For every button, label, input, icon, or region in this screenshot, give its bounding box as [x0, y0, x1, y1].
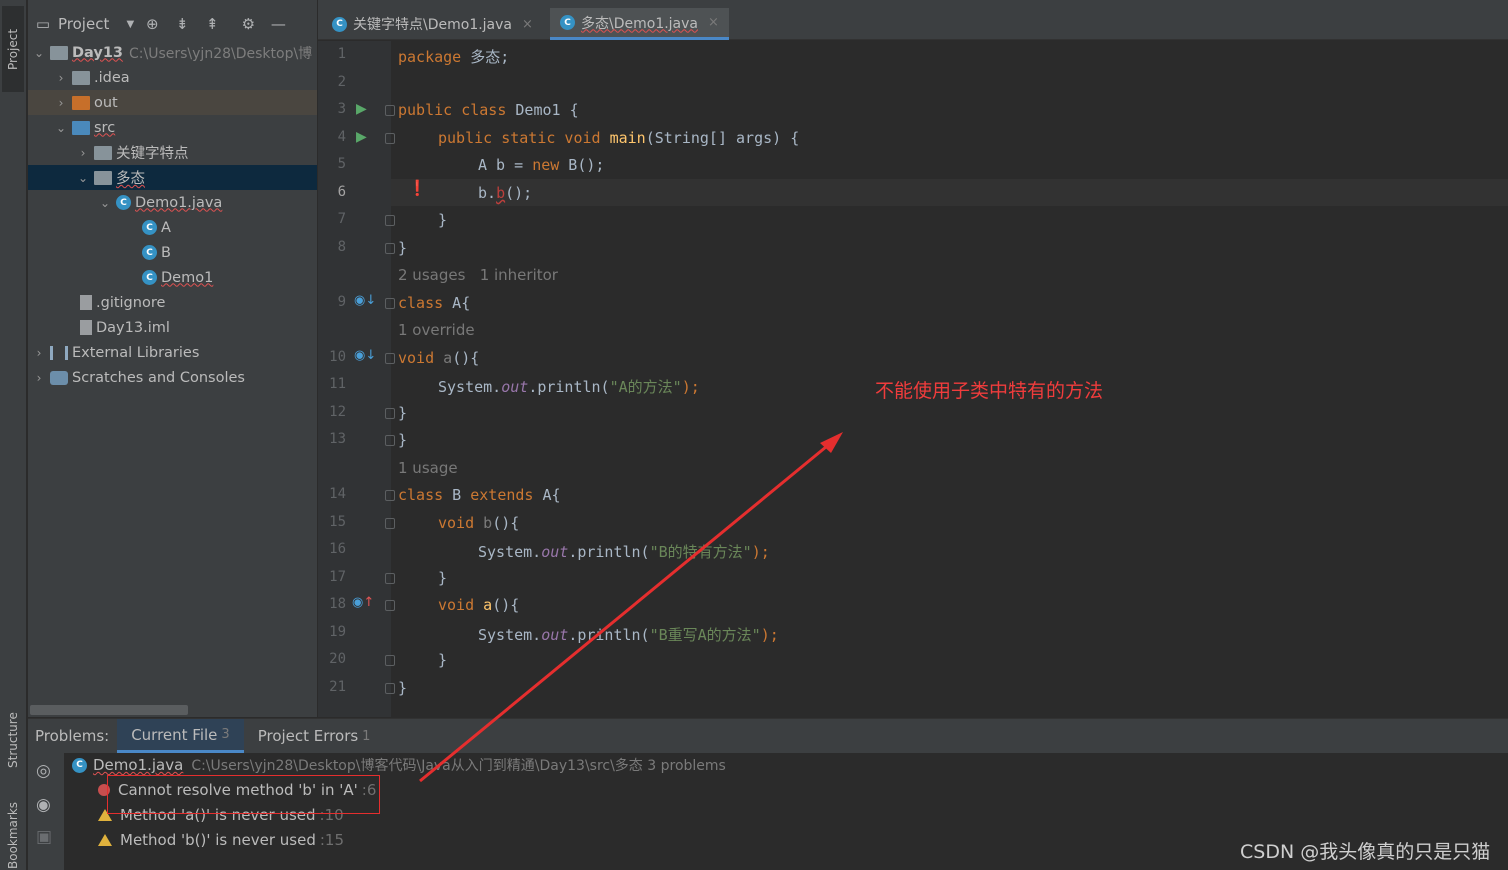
- annotation-arrow: [419, 432, 843, 783]
- annotation-highlight-box: [107, 775, 380, 814]
- watermark: CSDN @我头像真的只是只猫: [1240, 841, 1491, 863]
- annotation-text: 不能使用子类中特有的方法: [875, 380, 1104, 402]
